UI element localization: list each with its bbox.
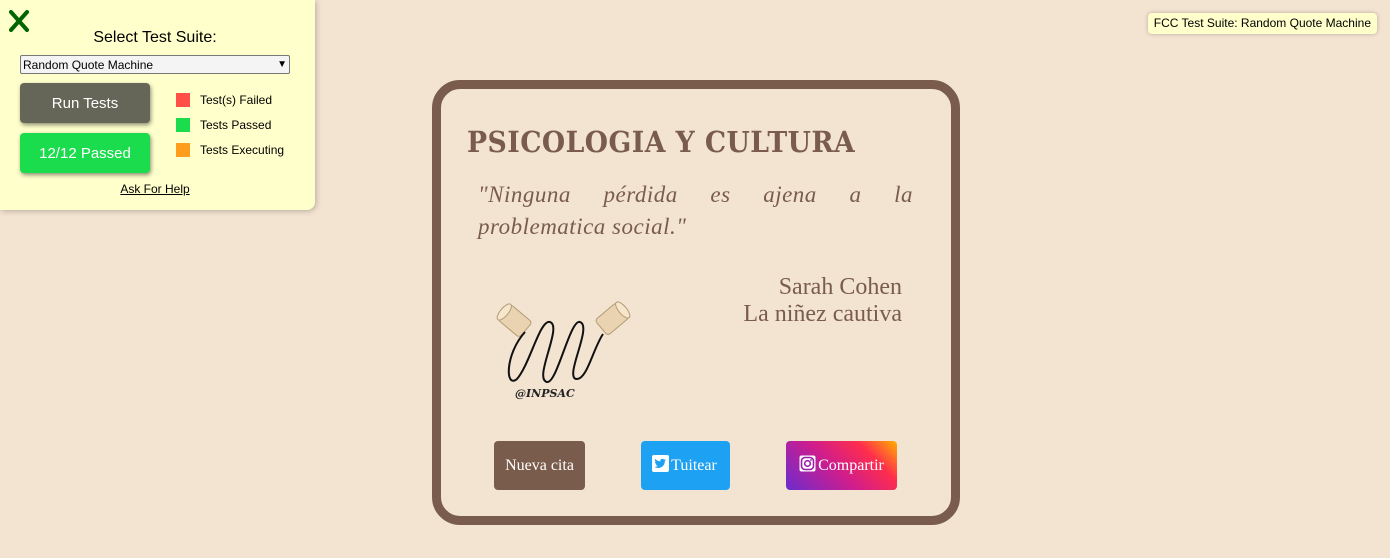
share-label: Compartir [818,456,884,474]
test-suite-select[interactable]: Random Quote Machine ▼ [20,55,290,74]
new-quote-label: Nueva cita [505,456,574,474]
logo-text: @INPSAC [515,387,575,400]
new-quote-button[interactable]: Nueva cita [494,441,585,490]
failed-swatch [176,93,190,107]
tweet-button[interactable]: Tuitear [641,441,730,490]
legend-executing: Tests Executing [176,143,284,157]
tweet-label: Tuitear [671,456,717,474]
fcc-test-panel: Select Test Suite: Random Quote Machine … [0,0,315,210]
quote-text: "Ninguna pérdida es ajena a la problemat… [478,182,913,239]
test-suite-tag: FCC Test Suite: Random Quote Machine [1147,13,1377,34]
executing-swatch [176,143,190,157]
quote-source: La niñez cautiva [743,301,902,327]
legend-failed-label: Test(s) Failed [200,93,273,107]
test-suite-select-value: Random Quote Machine [23,57,154,72]
tests-passed-button[interactable]: 12/12 Passed [20,133,150,173]
chevron-down-icon: ▼ [277,59,287,70]
run-tests-button[interactable]: Run Tests [20,83,150,123]
test-suite-title: Select Test Suite: [93,29,217,46]
quote-card: PSICOLOGIA Y CULTURA "Ninguna pérdida es… [432,80,960,525]
page-title: PSICOLOGIA Y CULTURA [467,125,856,159]
quote-author: Sarah Cohen [778,274,902,300]
legend-failed: Test(s) Failed [176,93,272,107]
legend-passed: Tests Passed [176,118,271,132]
twitter-icon [652,455,670,472]
tin-can-phone-logo: @INPSAC [496,301,631,400]
legend-passed-label: Tests Passed [200,118,272,132]
ask-for-help-link[interactable]: Ask For Help [0,182,310,196]
legend-executing-label: Tests Executing [200,143,285,157]
share-button[interactable]: Compartir [786,441,897,490]
passed-swatch [176,118,190,132]
instagram-icon [799,455,816,472]
quote-author-block: Sarah Cohen La niñez cautiva [743,274,902,328]
